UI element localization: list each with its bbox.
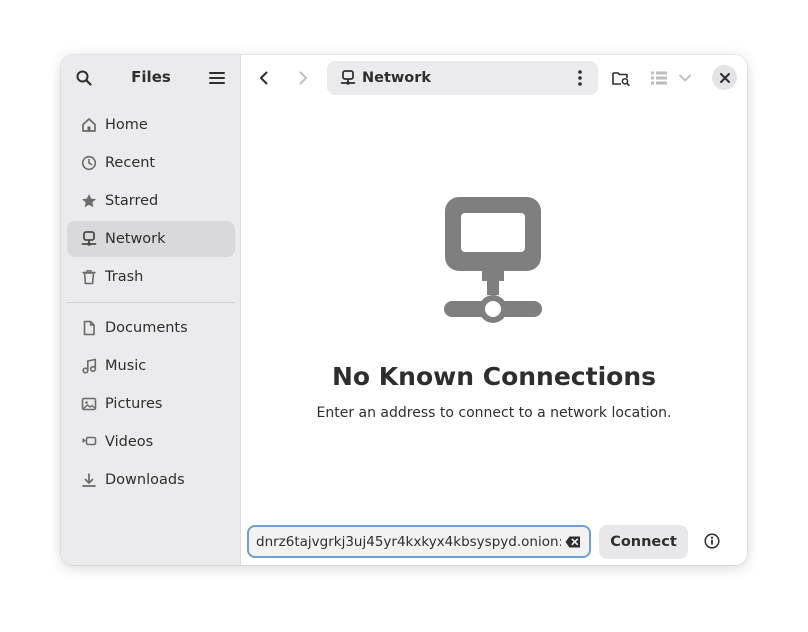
empty-state-title: No Known Connections	[331, 362, 656, 391]
clear-entry-button[interactable]	[563, 532, 583, 552]
sidebar-item-pictures[interactable]: Pictures	[67, 386, 235, 422]
folder-search-icon	[612, 72, 630, 86]
connect-button[interactable]: Connect	[599, 525, 688, 559]
sidebar-item-network[interactable]: Network	[67, 221, 235, 257]
main-pane: Network No Known Connections Enter an ad…	[241, 55, 747, 565]
sidebar-item-trash[interactable]: Trash	[67, 259, 235, 295]
sidebar-item-documents[interactable]: Documents	[67, 310, 235, 346]
sidebar-item-videos[interactable]: Videos	[67, 424, 235, 460]
clear-text-icon	[565, 536, 580, 547]
clock-icon	[81, 155, 97, 171]
star-icon	[81, 193, 97, 209]
sidebar-item-home[interactable]: Home	[67, 107, 235, 143]
search-in-folder-button[interactable]	[604, 61, 638, 95]
search-icon	[76, 70, 92, 86]
sidebar-item-label: Downloads	[105, 472, 185, 488]
sidebar-item-music[interactable]: Music	[67, 348, 235, 384]
app-title: Files	[131, 68, 171, 86]
list-view-icon	[651, 71, 667, 85]
forward-button[interactable]	[286, 61, 320, 95]
close-icon	[719, 72, 730, 83]
chevron-down-icon	[679, 74, 691, 82]
network-icon	[81, 231, 97, 247]
server-address-input[interactable]	[249, 527, 563, 556]
network-server-icon	[444, 197, 542, 323]
server-address-help-button[interactable]	[695, 524, 729, 558]
search-button[interactable]	[67, 61, 101, 95]
server-address-field[interactable]	[247, 525, 591, 558]
sidebar: Files Home Recent Starred Network Trash …	[61, 55, 241, 565]
home-icon	[81, 117, 97, 133]
network-icon	[340, 70, 356, 86]
location-pathbar[interactable]: Network	[327, 61, 598, 95]
sidebar-item-label: Recent	[105, 155, 156, 171]
close-button[interactable]	[712, 65, 737, 90]
sidebar-item-downloads[interactable]: Downloads	[67, 462, 235, 498]
download-icon	[81, 472, 97, 488]
vertical-ellipsis-icon	[578, 70, 582, 86]
video-icon	[81, 434, 97, 450]
sidebar-item-label: Network	[105, 231, 166, 247]
sidebar-item-recent[interactable]: Recent	[67, 145, 235, 181]
sidebar-item-label: Home	[105, 117, 148, 133]
sidebar-item-label: Documents	[105, 320, 188, 336]
chevron-right-icon	[299, 71, 307, 85]
sidebar-item-label: Pictures	[105, 396, 163, 412]
picture-icon	[81, 396, 97, 412]
files-window: Files Home Recent Starred Network Trash …	[61, 55, 747, 565]
trash-icon	[81, 269, 97, 285]
location-label: Network	[362, 70, 432, 86]
sidebar-item-label: Trash	[105, 269, 144, 285]
view-options-button[interactable]	[644, 61, 698, 95]
hamburger-menu-icon	[209, 72, 225, 84]
sidebar-item-label: Videos	[105, 434, 154, 450]
location-menu-button[interactable]	[570, 68, 590, 88]
chevron-left-icon	[260, 71, 268, 85]
sidebar-header: Files	[61, 55, 240, 101]
sidebar-item-starred[interactable]: Starred	[67, 183, 235, 219]
sidebar-item-label: Starred	[105, 193, 159, 209]
back-button[interactable]	[247, 61, 281, 95]
info-icon	[704, 533, 720, 549]
music-icon	[81, 358, 97, 374]
sidebar-item-label: Music	[105, 358, 147, 374]
document-icon	[81, 320, 97, 336]
main-menu-button[interactable]	[200, 61, 234, 95]
empty-state-description: Enter an address to connect to a network…	[316, 405, 672, 421]
sidebar-separator	[67, 302, 235, 303]
